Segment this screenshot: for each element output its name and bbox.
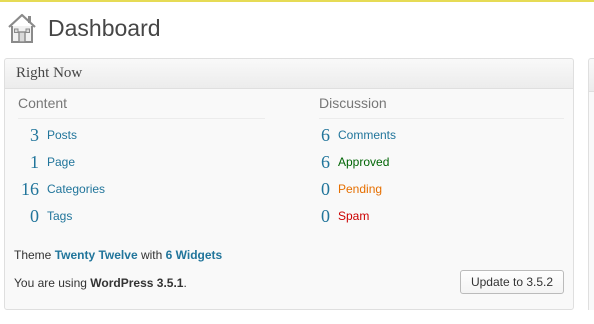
approved-count[interactable]: 6 <box>311 152 330 173</box>
pages-count[interactable]: 1 <box>15 152 39 173</box>
discussion-row-approved[interactable]: 6 Approved <box>311 152 389 172</box>
theme-link[interactable]: Twenty Twelve <box>55 248 138 262</box>
tags-count[interactable]: 0 <box>15 206 39 227</box>
theme-info: Theme Twenty Twelve with 6 Widgets <box>14 248 222 262</box>
discussion-row-comments[interactable]: 6 Comments <box>311 125 396 145</box>
update-button[interactable]: Update to 3.5.2 <box>460 270 564 294</box>
discussion-divider <box>319 118 564 119</box>
theme-middle: with <box>140 248 163 262</box>
content-heading: Content <box>18 95 68 111</box>
spam-count[interactable]: 0 <box>311 206 330 227</box>
tags-link[interactable]: Tags <box>47 209 72 223</box>
content-row-tags[interactable]: 0 Tags <box>15 206 72 226</box>
right-now-widget: Right Now Content 3 Posts 1 Page 16 Cate… <box>4 58 574 310</box>
adjacent-widget-body <box>588 92 594 310</box>
spam-link[interactable]: Spam <box>338 209 369 223</box>
categories-link[interactable]: Categories <box>47 182 105 196</box>
adjacent-widget-header[interactable] <box>588 58 594 92</box>
version-info: You are using WordPress 3.5.1. <box>14 276 187 290</box>
discussion-heading: Discussion <box>319 95 387 111</box>
posts-count[interactable]: 3 <box>15 125 39 146</box>
pages-link[interactable]: Page <box>47 155 75 169</box>
content-row-pages[interactable]: 1 Page <box>15 152 75 172</box>
approved-link[interactable]: Approved <box>338 155 389 169</box>
notice-border <box>0 0 594 2</box>
widget-title: Right Now <box>16 65 83 81</box>
discussion-row-pending[interactable]: 0 Pending <box>311 179 382 199</box>
comments-count[interactable]: 6 <box>311 125 330 146</box>
version-prefix: You are using <box>14 276 87 290</box>
page-title: Dashboard <box>48 14 161 41</box>
discussion-row-spam[interactable]: 0 Spam <box>311 206 369 226</box>
wordpress-version: WordPress 3.5.1 <box>90 276 184 290</box>
widget-header[interactable]: Right Now <box>5 59 573 89</box>
theme-prefix: Theme <box>14 248 52 262</box>
pending-count[interactable]: 0 <box>311 179 330 200</box>
page-header: Dashboard <box>6 10 161 46</box>
widgets-link[interactable]: 6 Widgets <box>166 248 223 262</box>
content-divider <box>18 118 265 119</box>
content-row-categories[interactable]: 16 Categories <box>15 179 105 199</box>
categories-count[interactable]: 16 <box>15 179 39 200</box>
pending-link[interactable]: Pending <box>338 182 382 196</box>
version-suffix: . <box>183 276 187 290</box>
content-row-posts[interactable]: 3 Posts <box>15 125 77 145</box>
posts-link[interactable]: Posts <box>47 128 77 142</box>
home-icon <box>6 11 38 45</box>
comments-link[interactable]: Comments <box>338 128 396 142</box>
